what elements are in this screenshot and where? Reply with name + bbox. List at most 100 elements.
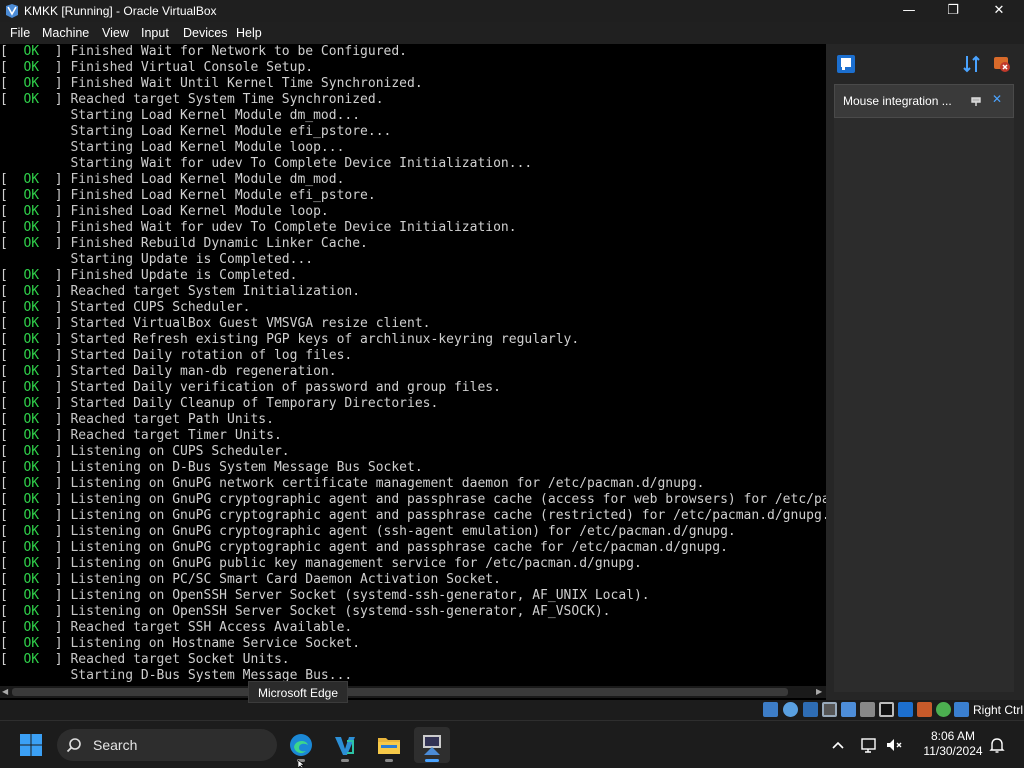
hard-disk-icon[interactable] <box>763 702 778 717</box>
console-text: Refresh existing PGP keys of archlinux-k… <box>133 332 580 347</box>
console-verb: Starting <box>70 108 134 123</box>
status-prefix: [ OK ] <box>0 300 71 315</box>
minimize-button[interactable]: — <box>886 0 932 22</box>
console-verb: Started <box>70 300 126 315</box>
console-verb: Started <box>70 380 126 395</box>
console-verb: Listening on <box>70 492 165 507</box>
console-text: Rebuild Dynamic Linker Cache. <box>140 236 368 251</box>
console-verb: Reached target <box>70 652 181 667</box>
vm-display[interactable]: [ OK ] Finished Wait for Network to be C… <box>0 44 826 686</box>
edge-icon <box>290 734 312 756</box>
scroll-left-icon[interactable]: ◀ <box>2 686 8 698</box>
running-indicator <box>341 759 349 762</box>
console-text: GnuPG network certificate management dae… <box>172 476 705 491</box>
console-verb: Reached target <box>70 92 181 107</box>
console-line: [ OK ] Finished Update is Completed. <box>0 268 297 284</box>
close-notification-icon[interactable]: ✕ <box>992 92 1002 106</box>
shared-folders-icon[interactable] <box>860 702 875 717</box>
console-verb: Starting <box>70 668 134 683</box>
status-prefix: [ OK ] <box>0 172 71 187</box>
taskbar-vscode[interactable] <box>327 727 363 763</box>
notification-list <box>834 118 1014 692</box>
recording-icon[interactable] <box>898 702 913 717</box>
menu-view[interactable]: View <box>102 26 129 40</box>
console-text: OpenSSH Server Socket (systemd-ssh-gener… <box>172 588 650 603</box>
console-text: GnuPG cryptographic agent and passphrase… <box>172 492 826 507</box>
console-text: Socket Units. <box>187 652 290 667</box>
menu-help[interactable]: Help <box>236 26 262 40</box>
console-line: [ OK ] Listening on OpenSSH Server Socke… <box>0 588 650 604</box>
taskbar-clock[interactable]: 8:06 AM 11/30/2024 <box>918 729 988 759</box>
console-verb: Reached target <box>70 284 181 299</box>
console-text: OpenSSH Server Socket (systemd-ssh-gener… <box>172 604 611 619</box>
virtualization-icon[interactable] <box>917 702 932 717</box>
status-prefix <box>0 108 70 123</box>
display-icon[interactable] <box>879 702 894 717</box>
console-line: [ OK ] Finished Load Kernel Module dm_mo… <box>0 172 344 188</box>
console-line: Starting Update is Completed... <box>0 252 313 268</box>
console-text: GnuPG cryptographic agent (ssh-agent emu… <box>172 524 736 539</box>
optical-drive-icon[interactable] <box>783 702 798 717</box>
sort-icon[interactable] <box>962 54 982 74</box>
console-verb: Reached target <box>70 412 181 427</box>
console-line: [ OK ] Reached target System Initializat… <box>0 284 360 300</box>
console-verb: Finished <box>70 188 134 203</box>
menu-file[interactable]: File <box>10 26 30 40</box>
menu-bar: File Machine View Input Devices Help <box>0 22 1024 44</box>
console-line: Starting Load Kernel Module loop... <box>0 140 344 156</box>
mouse-cursor-icon <box>298 760 305 768</box>
console-line: [ OK ] Started CUPS Scheduler. <box>0 300 250 316</box>
console-verb: Started <box>70 332 126 347</box>
chevron-up-icon[interactable] <box>828 735 848 755</box>
taskbar-file-explorer[interactable] <box>371 727 407 763</box>
network-icon[interactable] <box>822 702 837 717</box>
status-prefix: [ OK ] <box>0 44 71 59</box>
mouse-integration-notification[interactable]: Mouse integration ... ✕ <box>834 84 1014 118</box>
console-line: [ OK ] Listening on CUPS Scheduler. <box>0 444 290 460</box>
audio-icon[interactable] <box>803 702 818 717</box>
maximize-button[interactable]: ❐ <box>930 0 976 22</box>
console-text: Daily man-db regeneration. <box>133 364 337 379</box>
search-icon <box>66 738 81 753</box>
taskbar-virtualbox[interactable] <box>414 727 450 763</box>
status-prefix: [ OK ] <box>0 332 71 347</box>
volume-muted-icon[interactable] <box>884 735 904 755</box>
console-line: [ OK ] Reached target SSH Access Availab… <box>0 620 352 636</box>
taskbar-edge[interactable] <box>283 727 319 763</box>
console-verb: Listening on <box>70 556 165 571</box>
console-text: Hostname Service Socket. <box>172 636 361 651</box>
title-bar: KMKK [Running] - Oracle VirtualBox — ❐ ✕ <box>0 0 1024 22</box>
usb-icon[interactable] <box>841 702 856 717</box>
scrollbar-thumb[interactable] <box>12 688 788 696</box>
keyboard-capture-icon[interactable] <box>954 702 969 717</box>
scroll-right-icon[interactable]: ▶ <box>816 686 822 698</box>
console-line: [ OK ] Listening on GnuPG public key man… <box>0 556 642 572</box>
console-line: [ OK ] Started Refresh existing PGP keys… <box>0 332 579 348</box>
console-verb: Finished <box>70 76 134 91</box>
menu-machine[interactable]: Machine <box>42 26 89 40</box>
virtualbox-icon <box>6 4 18 18</box>
horizontal-scrollbar[interactable]: ◀ ▶ <box>0 686 826 698</box>
console-verb: Reached target <box>70 428 181 443</box>
menu-devices[interactable]: Devices <box>183 26 227 40</box>
console-verb: Listening on <box>70 572 165 587</box>
status-prefix: [ OK ] <box>0 364 71 379</box>
network-tray-icon[interactable] <box>859 735 879 755</box>
status-prefix: [ OK ] <box>0 60 71 75</box>
mouse-integration-icon[interactable] <box>936 702 951 717</box>
notification-bell-icon[interactable] <box>987 735 1007 755</box>
console-line: [ OK ] Listening on GnuPG cryptographic … <box>0 540 728 556</box>
console-text: Daily Cleanup of Temporary Directories. <box>133 396 439 411</box>
notification-center-icon[interactable] <box>836 54 856 74</box>
console-verb: Listening on <box>70 636 165 651</box>
console-verb: Listening on <box>70 508 165 523</box>
clear-notifications-icon[interactable] <box>992 54 1012 74</box>
close-button[interactable]: ✕ <box>976 0 1022 22</box>
pin-icon[interactable] <box>969 94 983 108</box>
status-prefix: [ OK ] <box>0 428 71 443</box>
status-prefix: [ OK ] <box>0 444 71 459</box>
windows-start-icon[interactable] <box>20 734 42 756</box>
menu-input[interactable]: Input <box>141 26 169 40</box>
console-line: [ OK ] Listening on PC/SC Smart Card Dae… <box>0 572 501 588</box>
taskbar-search-box[interactable]: Search <box>57 729 277 761</box>
